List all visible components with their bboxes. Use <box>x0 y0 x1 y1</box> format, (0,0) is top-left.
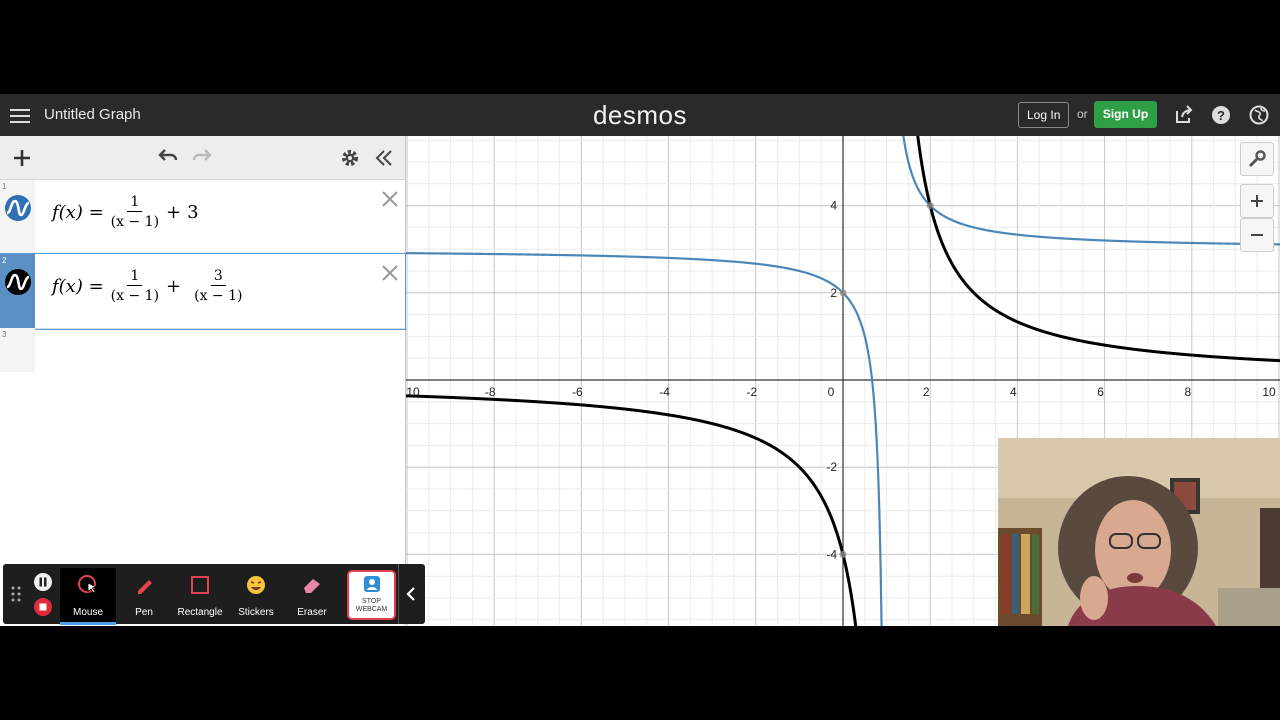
point-of-interest <box>839 550 847 558</box>
smiley-sticker-icon <box>247 576 265 594</box>
point-of-interest <box>926 202 934 210</box>
constant-term: 3 <box>187 201 199 223</box>
add-expression-plus-icon[interactable] <box>10 146 34 170</box>
x-tick-label: 4 <box>1010 385 1017 399</box>
language-globe-icon[interactable] <box>1248 104 1270 126</box>
fraction: 1 (x − 1) <box>108 194 162 230</box>
x-tick-label: -2 <box>746 385 757 399</box>
x-tick-label: 10 <box>1262 385 1276 399</box>
tool-label: Rectangle <box>177 607 223 618</box>
x-tick-label: 8 <box>1184 385 1191 399</box>
fraction-numerator: 1 <box>127 268 143 286</box>
graph-title[interactable]: Untitled Graph <box>44 106 141 123</box>
webcam-video <box>998 438 1280 626</box>
operator: + <box>166 275 182 297</box>
expression-math[interactable]: f(x) = 1 (x − 1) + 3 <box>52 194 199 230</box>
expression-number: 1 <box>2 182 7 191</box>
fraction: 3 (x − 1) <box>191 268 245 304</box>
delete-expression-close-icon[interactable] <box>381 190 399 208</box>
tool-label: Mouse <box>72 607 103 618</box>
collapse-toolbar-chevron-icon[interactable] <box>404 586 418 602</box>
help-icon[interactable]: ? <box>1210 104 1232 126</box>
share-icon[interactable] <box>1173 104 1195 126</box>
mouse-tool[interactable]: Mouse <box>60 568 116 625</box>
collapse-panel-icon[interactable] <box>372 146 396 170</box>
expression-row-2[interactable]: 2 f(x) = 1 (x − 1) + 3 (x − 1) <box>0 253 406 330</box>
zoom-in-button[interactable] <box>1240 184 1274 218</box>
menu-icon[interactable] <box>10 106 30 124</box>
fraction-denominator: (x − 1) <box>110 214 160 230</box>
stop-webcam-button[interactable]: STOP WEBCAM <box>347 570 396 620</box>
graph-settings-wrench-button[interactable] <box>1240 142 1274 176</box>
undo-icon[interactable] <box>156 146 180 170</box>
x-tick-label: 2 <box>923 385 930 399</box>
fraction-numerator: 1 <box>127 194 143 212</box>
zoom-out-button[interactable] <box>1240 218 1274 252</box>
pen-icon <box>138 580 152 594</box>
rectangle-icon <box>191 576 209 594</box>
sign-up-button[interactable]: Sign Up <box>1094 101 1157 128</box>
tool-label: Stickers <box>238 607 274 618</box>
graph-visibility-icon[interactable] <box>3 193 33 223</box>
desmos-logo: desmos <box>592 100 688 130</box>
log-in-button[interactable]: Log In <box>1018 102 1070 128</box>
expression-row-3[interactable]: 3 <box>0 328 35 372</box>
series-curve-right-branch <box>916 136 1280 363</box>
expression-row-1[interactable]: 1 f(x) = 1 (x − 1) + 3 <box>0 180 405 255</box>
y-tick-label: 4 <box>830 199 837 213</box>
fraction-denominator: (x − 1) <box>110 288 160 304</box>
y-tick-label: -2 <box>826 460 837 474</box>
function-lhs: f(x) = <box>52 201 104 223</box>
rectangle-tool[interactable]: Rectangle <box>172 568 228 622</box>
expression-toolbar <box>0 136 405 180</box>
settings-gear-icon[interactable] <box>338 146 362 170</box>
function-lhs: f(x) = <box>52 275 104 297</box>
delete-expression-close-icon[interactable] <box>381 264 399 282</box>
series-curve-right-branch <box>902 136 1280 246</box>
fraction-numerator: 3 <box>210 268 226 286</box>
plus-icon <box>1251 195 1263 207</box>
eraser-tool[interactable]: Eraser <box>284 568 340 622</box>
expression-gutter: 1 <box>0 180 35 254</box>
or-text: or <box>1077 107 1088 121</box>
x-tick-label: 6 <box>1097 385 1104 399</box>
fraction: 1 (x − 1) <box>108 268 162 304</box>
x-tick-label: 0 <box>828 385 835 399</box>
stop-webcam-label-1: STOP <box>362 598 381 605</box>
drag-handle-icon[interactable] <box>11 586 21 602</box>
pen-tool[interactable]: Pen <box>116 568 172 622</box>
toolbar-divider <box>398 564 399 624</box>
pause-icon[interactable] <box>33 572 53 592</box>
tool-label: Eraser <box>297 607 327 618</box>
expression-math[interactable]: f(x) = 1 (x − 1) + 3 (x − 1) <box>52 268 249 304</box>
tool-label: Pen <box>135 607 153 618</box>
webcam-icon <box>363 576 380 592</box>
x-tick-label: -8 <box>485 385 496 399</box>
expression-panel: 1 f(x) = 1 (x − 1) + 3 2 f(x) = 1 (x − 1… <box>0 136 406 626</box>
webcam-feed-image <box>998 438 1280 626</box>
eraser-icon <box>304 579 320 593</box>
wrench-icon <box>1248 150 1266 168</box>
stickers-tool[interactable]: Stickers <box>228 568 284 622</box>
y-tick-label: -4 <box>826 547 837 561</box>
svg-text:?: ? <box>1217 108 1225 123</box>
mouse-cursor-icon <box>78 575 98 594</box>
operator: + <box>166 201 182 223</box>
series-curve-left-branch <box>406 252 883 626</box>
recorder-toolbar: Mouse Pen Rectangle Stickers Eraser STOP… <box>3 564 425 625</box>
graph-visibility-icon[interactable] <box>3 267 33 297</box>
expression-gutter: 2 <box>0 254 35 328</box>
stop-webcam-label-2: WEBCAM <box>355 606 388 613</box>
expression-number: 2 <box>2 256 7 265</box>
desmos-app: Untitled Graph desmos Log In or Sign Up … <box>0 94 1280 626</box>
fraction-denominator: (x − 1) <box>194 288 243 304</box>
point-of-interest <box>839 289 847 297</box>
x-tick-label: -6 <box>572 385 583 399</box>
minus-icon <box>1251 234 1263 236</box>
stop-recording-icon[interactable] <box>33 597 53 617</box>
top-bar: Untitled Graph desmos Log In or Sign Up … <box>0 94 1280 136</box>
x-tick-label: -4 <box>659 385 670 399</box>
expression-number: 3 <box>2 330 7 339</box>
redo-icon[interactable] <box>190 146 214 170</box>
